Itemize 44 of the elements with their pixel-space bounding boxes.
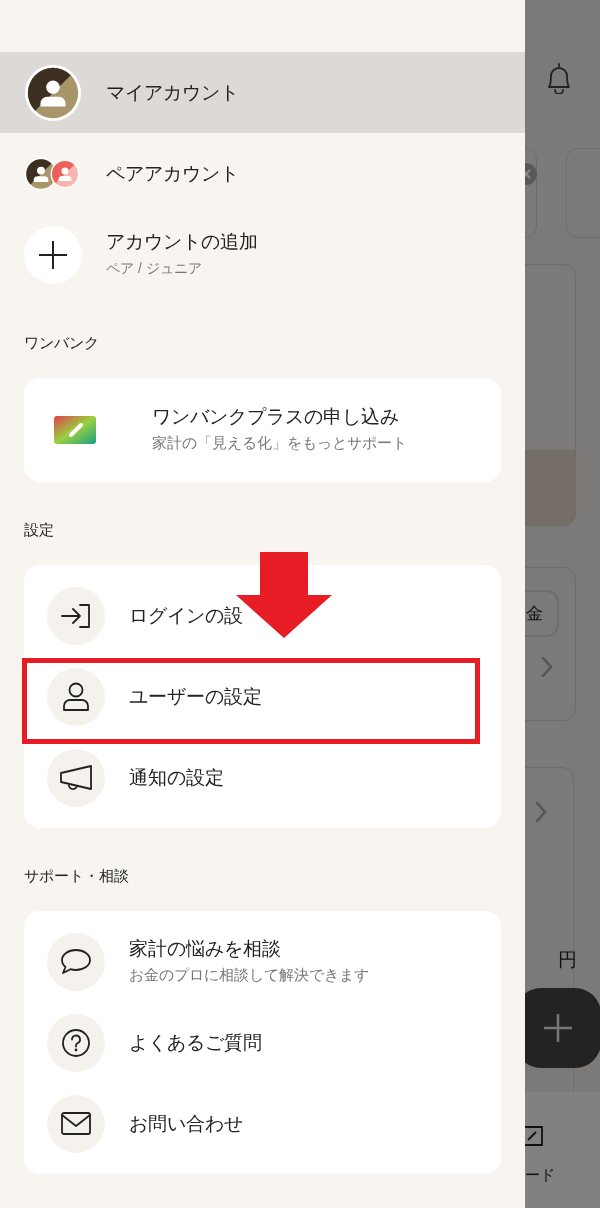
menu-label: ログインの設 xyxy=(129,603,243,628)
chevron-right-icon xyxy=(535,801,547,823)
login-icon xyxy=(60,602,92,629)
menu-item[interactable]: ユーザーの設定 xyxy=(24,656,501,737)
avatar-icon xyxy=(50,158,80,189)
account-label: アカウントの追加 xyxy=(106,230,258,254)
mail-icon xyxy=(60,1110,92,1137)
menu-item[interactable]: 通知の設定 xyxy=(24,737,501,818)
account-label: マイアカウント xyxy=(106,80,239,105)
menu-sublabel: 家計の「見える化」をもっとサポート xyxy=(152,433,407,454)
plus-icon xyxy=(38,239,68,270)
currency-unit: 円 xyxy=(558,948,577,972)
avatar-icon xyxy=(24,63,82,122)
section-heading: 設定 xyxy=(23,520,55,540)
menu-item[interactable]: お問い合わせ xyxy=(24,1083,501,1164)
menu-sublabel: お金のプロに相談して解決できます xyxy=(129,964,369,985)
plus-icon xyxy=(543,1013,573,1043)
account-item[interactable]: アカウントの追加 ペア / ジュニア xyxy=(0,214,525,295)
menu-item[interactable]: ログインの設 xyxy=(24,575,501,656)
button-text: 金 xyxy=(526,602,543,625)
account-item[interactable]: ペアアカウント xyxy=(0,133,525,214)
menu-label: お問い合わせ xyxy=(129,1111,243,1136)
account-label: ペアアカウント xyxy=(106,161,239,186)
card-icon xyxy=(54,416,96,444)
account-sublabel: ペア / ジュニア xyxy=(106,258,203,278)
menu-label: 通知の設定 xyxy=(129,765,224,790)
user-icon xyxy=(62,681,90,712)
menu-label: よくあるご質問 xyxy=(129,1030,262,1055)
menu-item[interactable]: 家計の悩みを相談 お金のプロに相談して解決できます xyxy=(24,921,501,1002)
section-heading: サポート・相談 xyxy=(23,866,130,886)
account-item[interactable]: マイアカウント xyxy=(0,52,525,133)
menu-label: ワンバンクプラスの申し込み xyxy=(152,405,400,430)
card-icon xyxy=(525,1126,543,1146)
speech-bubble-icon xyxy=(60,947,92,976)
menu-label: 家計の悩みを相談 xyxy=(129,936,282,961)
chevron-right-icon xyxy=(541,656,553,678)
help-icon xyxy=(61,1027,91,1058)
menu-item[interactable]: ワンバンクプラスの申し込み 家計の「見える化」をもっとサポート xyxy=(24,378,501,482)
menu-item[interactable]: よくあるご質問 xyxy=(24,1002,501,1083)
tab-label: ード xyxy=(525,1165,555,1185)
menu-label: ユーザーの設定 xyxy=(129,684,262,709)
section-heading: ワンバンク xyxy=(23,333,100,353)
bell-icon xyxy=(545,62,573,94)
megaphone-icon xyxy=(59,763,93,792)
